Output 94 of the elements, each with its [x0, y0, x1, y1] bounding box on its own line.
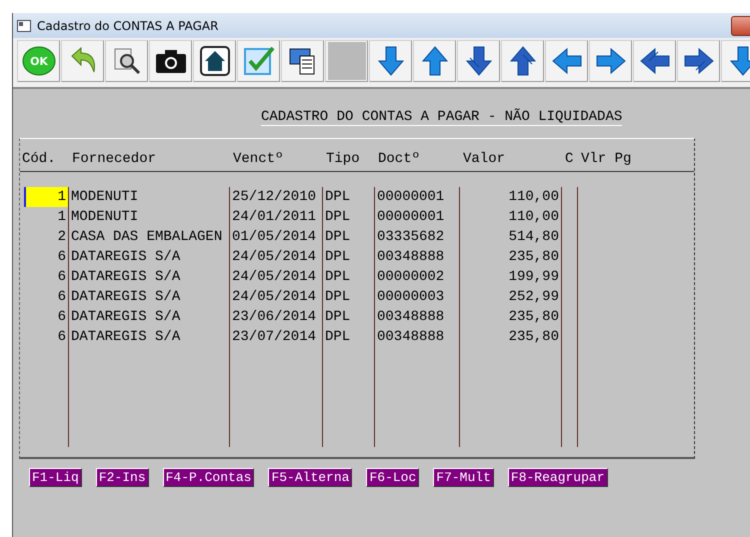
toolbar-button[interactable]: [413, 40, 456, 82]
column-header: C: [564, 151, 574, 167]
double-arrow-icon: [682, 46, 714, 76]
table-cell: 514,80: [459, 227, 561, 247]
toolbar-button[interactable]: [457, 40, 500, 82]
toolbar-button[interactable]: [281, 40, 324, 82]
table-cell: DPL: [322, 227, 374, 247]
table-cell: 00348888: [374, 327, 459, 347]
table-cell: 110,00: [459, 187, 561, 207]
table-cell[interactable]: 6: [24, 327, 68, 347]
table-cell: 23/07/2014: [229, 327, 322, 347]
camera-icon: [154, 48, 186, 74]
table-cell: DPL: [322, 187, 374, 207]
table-cell: MODENUTI: [68, 207, 229, 227]
table-cell: 24/05/2014: [229, 247, 322, 267]
close-button[interactable]: [731, 16, 750, 36]
column-header: Doctº: [377, 151, 422, 167]
toolbar-button[interactable]: [369, 40, 412, 82]
column-header: Tipo: [325, 151, 361, 167]
table-cell: DATAREGIS S/A: [68, 307, 229, 327]
toolbar-button[interactable]: [149, 40, 192, 82]
toolbar-button[interactable]: [677, 40, 720, 82]
table-cell: 199,99: [459, 267, 561, 287]
toolbar-button[interactable]: [545, 40, 588, 82]
function-key-button[interactable]: F1-Liq: [29, 468, 82, 487]
table-cell: 24/01/2011: [229, 207, 322, 227]
table-cell[interactable]: 6: [24, 307, 68, 327]
table-cell: MODENUTI: [68, 187, 229, 207]
table-cell: 00000001: [374, 207, 459, 227]
table-cell: DATAREGIS S/A: [68, 287, 229, 307]
arrow-icon: [550, 46, 582, 76]
table-cell: 00348888: [374, 307, 459, 327]
table-cell[interactable]: 6: [24, 247, 68, 267]
double-arrow-icon: [638, 46, 670, 76]
table-cell: 00000001: [374, 187, 459, 207]
table-cell: DATAREGIS S/A: [68, 327, 229, 347]
computer-icon: [288, 46, 318, 76]
table-cell: DPL: [322, 247, 374, 267]
double-arrow-icon: [508, 45, 538, 77]
window-icon: [17, 20, 31, 32]
home-icon: [200, 46, 230, 76]
table-cell: 01/05/2014: [229, 227, 322, 247]
column-header: Valor: [462, 151, 506, 167]
toolbar-button[interactable]: [589, 40, 632, 82]
table-cell: 24/05/2014: [229, 287, 322, 307]
table-cell: 00000003: [374, 287, 459, 307]
table-cell: DPL: [322, 327, 374, 347]
arrow-icon: [420, 45, 450, 77]
arrow-icon: [594, 46, 626, 76]
table-cell: 235,80: [459, 307, 561, 327]
window-title: Cadastro do CONTAS A PAGAR: [37, 18, 218, 32]
table-cell: 23/06/2014: [229, 307, 322, 327]
double-arrow-icon: [464, 45, 494, 77]
table-cell: 252,99: [459, 287, 561, 307]
arrow-icon: [728, 45, 750, 77]
table-cell: 00000002: [374, 267, 459, 287]
table-cell: 235,80: [459, 327, 561, 347]
function-key-button[interactable]: F6-Loc: [366, 468, 420, 487]
column-header: Fornecedor: [71, 151, 158, 167]
function-key-button[interactable]: F8-Reagrupar: [508, 468, 608, 487]
arrow-icon: [376, 45, 406, 77]
column-header: Venctº: [232, 151, 284, 167]
table-cell: DATAREGIS S/A: [68, 247, 229, 267]
table-cell[interactable]: 6: [24, 267, 68, 287]
table-cell: 03335682: [374, 227, 459, 247]
table-cell[interactable]: 1: [24, 207, 68, 227]
table-cell: 00348888: [374, 247, 459, 267]
toolbar-button[interactable]: [193, 40, 236, 82]
function-key-button[interactable]: F2-Ins: [96, 468, 149, 487]
function-key-button[interactable]: F7-Mult: [433, 468, 494, 487]
function-key-button[interactable]: F4-P.Contas: [162, 468, 254, 487]
table-cell[interactable]: 2: [24, 227, 68, 247]
table-cell: 24/05/2014: [229, 267, 322, 287]
table-cell[interactable]: 1: [24, 187, 68, 207]
table-cell: DPL: [322, 207, 374, 227]
table-cell: DPL: [322, 287, 374, 307]
table-cell: CASA DAS EMBALAGEN: [68, 227, 229, 247]
toolbar-button[interactable]: [633, 40, 676, 82]
function-key-button[interactable]: F5-Alterna: [268, 468, 352, 487]
column-header: Cód.: [21, 151, 57, 167]
table-cell: 235,80: [459, 247, 561, 267]
table-cell: DPL: [322, 267, 374, 287]
toolbar-button[interactable]: [501, 40, 544, 82]
table-cell: 110,00: [459, 207, 561, 227]
magnifier-icon: [112, 46, 142, 76]
column-header: Vlr Pg: [580, 151, 632, 167]
table-cell: DPL: [322, 307, 374, 327]
table-cell: 25/12/2010: [229, 187, 322, 207]
table-cell[interactable]: 6: [24, 287, 68, 307]
blank-icon: [328, 42, 366, 80]
screen-heading: CADASTRO DO CONTAS A PAGAR - NÃO LIQUIDADAS: [261, 109, 622, 126]
checkbox-icon: [242, 46, 274, 76]
toolbar-button[interactable]: [105, 40, 148, 82]
table-cell: DATAREGIS S/A: [68, 267, 229, 287]
